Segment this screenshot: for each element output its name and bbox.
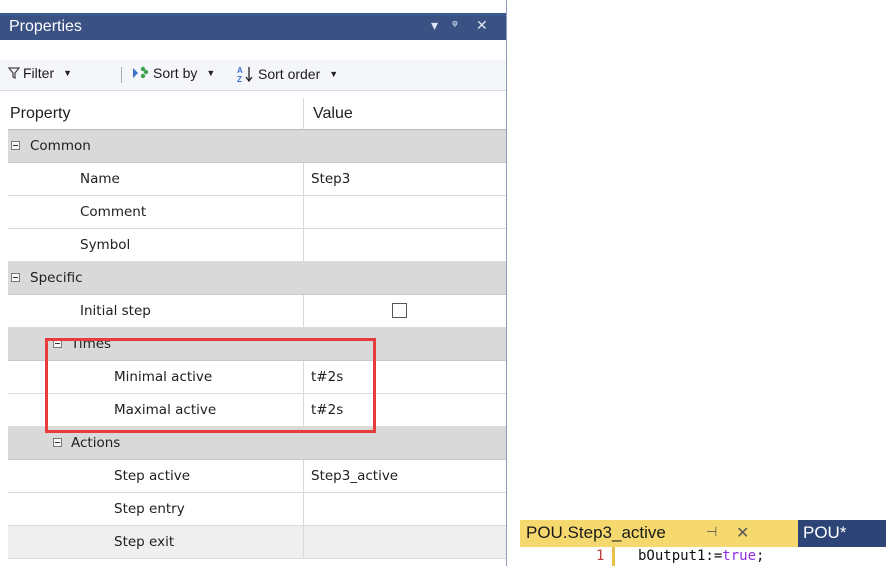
property-value[interactable]: t#2s xyxy=(303,394,506,426)
property-row-minimal-active[interactable]: Minimal active t#2s xyxy=(8,361,506,394)
filter-icon xyxy=(8,67,20,79)
editor-tab-inactive[interactable]: POU* xyxy=(798,520,886,547)
property-value[interactable]: t#2s xyxy=(303,361,506,393)
editor-tab-active[interactable]: POU.Step3_active ⊣ ✕ xyxy=(520,520,798,547)
property-value[interactable] xyxy=(303,229,506,261)
property-value[interactable]: Step3 xyxy=(303,163,506,195)
property-value[interactable] xyxy=(303,526,506,558)
editor-tab-label: POU* xyxy=(803,523,847,542)
property-label: Step active xyxy=(114,468,191,484)
column-header-property[interactable]: Property xyxy=(8,98,303,130)
code-text[interactable]: bOutput1:=true; xyxy=(638,548,764,564)
property-label: Initial step xyxy=(80,303,151,319)
collapse-icon[interactable] xyxy=(53,438,62,447)
property-label: Step entry xyxy=(114,501,185,517)
collapse-icon[interactable] xyxy=(11,141,20,150)
property-row-step-entry[interactable]: Step entry xyxy=(8,493,506,526)
code-keyword: true xyxy=(722,548,757,564)
pin-icon[interactable]: ⊣ xyxy=(706,524,717,540)
collapse-icon[interactable] xyxy=(53,339,62,348)
property-label: Comment xyxy=(80,204,147,220)
category-label: Times xyxy=(71,336,112,352)
properties-title-bar: Properties ▾ ᵠ ✕ xyxy=(0,13,506,40)
property-label: Minimal active xyxy=(114,369,213,385)
change-marker xyxy=(612,547,615,566)
code-line[interactable]: 1 bOutput1:=true; xyxy=(520,547,886,566)
filter-label: Filter xyxy=(23,65,55,81)
property-label: Maximal active xyxy=(114,402,217,418)
property-label: Symbol xyxy=(80,237,131,253)
property-row-initial-step[interactable]: Initial step xyxy=(8,295,506,328)
sort-order-button[interactable]: A Z Sort order ▼ xyxy=(237,65,338,83)
property-row-comment[interactable]: Comment xyxy=(8,196,506,229)
code-terminator: ; xyxy=(756,548,765,564)
window-position-dropdown-icon[interactable]: ▾ xyxy=(431,18,438,34)
property-value xyxy=(303,295,506,327)
sort-by-label: Sort by xyxy=(153,65,198,81)
sort-by-button[interactable]: Sort by ▼ xyxy=(132,65,215,81)
chevron-down-icon: ▼ xyxy=(329,69,339,79)
property-row-step-active[interactable]: Step active Step3_active xyxy=(8,460,506,493)
category-row-specific[interactable]: Specific xyxy=(8,262,506,295)
property-row-step-exit[interactable]: Step exit xyxy=(8,526,506,559)
editor-tab-label: POU.Step3_active xyxy=(526,523,666,542)
property-value[interactable] xyxy=(303,493,506,525)
toolbar-separator xyxy=(121,67,122,83)
property-grid: Property Value Common Name Step3 Comment… xyxy=(8,98,506,559)
property-row-symbol[interactable]: Symbol xyxy=(8,229,506,262)
category-row-times[interactable]: Times xyxy=(8,328,506,361)
svg-text:Z: Z xyxy=(237,75,242,83)
property-value[interactable] xyxy=(303,196,506,228)
pin-icon[interactable]: ᵠ xyxy=(452,18,458,34)
property-label: Name xyxy=(80,171,120,187)
category-label: Specific xyxy=(30,270,83,286)
category-row-common[interactable]: Common xyxy=(8,130,506,163)
category-label: Common xyxy=(30,138,91,154)
property-value[interactable]: Step3_active xyxy=(303,460,506,492)
code-identifier: bOutput1:= xyxy=(638,548,723,564)
column-header-value[interactable]: Value xyxy=(303,98,506,130)
property-label: Step exit xyxy=(114,534,175,550)
code-editor: POU.Step3_active ⊣ ✕ POU* 1 bOutput1:=tr… xyxy=(520,520,886,566)
properties-title: Properties xyxy=(9,18,82,35)
grid-header: Property Value xyxy=(8,98,506,130)
svg-text:A: A xyxy=(237,66,243,75)
line-number: 1 xyxy=(596,548,605,564)
close-icon[interactable]: ✕ xyxy=(736,523,749,543)
initial-step-checkbox[interactable] xyxy=(392,303,407,318)
sort-order-label: Sort order xyxy=(258,66,321,82)
chevron-down-icon: ▼ xyxy=(63,68,73,78)
category-row-actions[interactable]: Actions xyxy=(8,427,506,460)
property-row-maximal-active[interactable]: Maximal active t#2s xyxy=(8,394,506,427)
properties-panel: Properties ▾ ᵠ ✕ Filter ▼ Sort by ▼ A Z … xyxy=(0,0,507,566)
sort-order-icon: A Z xyxy=(237,66,253,83)
category-label: Actions xyxy=(71,435,121,451)
collapse-icon[interactable] xyxy=(11,273,20,282)
filter-button[interactable]: Filter ▼ xyxy=(8,65,72,81)
property-row-name[interactable]: Name Step3 xyxy=(8,163,506,196)
close-icon[interactable]: ✕ xyxy=(476,18,488,34)
chevron-down-icon: ▼ xyxy=(206,68,216,78)
sort-by-icon xyxy=(133,66,149,79)
properties-toolbar: Filter ▼ Sort by ▼ A Z Sort order ▼ xyxy=(0,60,506,91)
